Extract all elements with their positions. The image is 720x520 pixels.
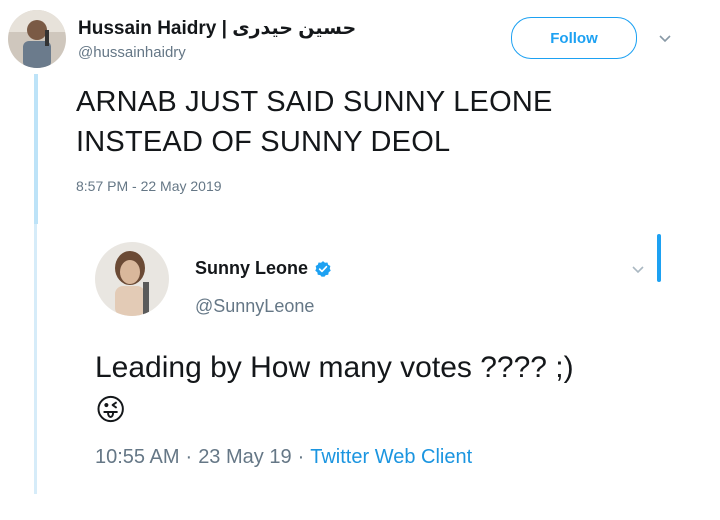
winking-tongue-emoji: 😜 xyxy=(95,394,127,427)
meta-separator: · xyxy=(297,446,305,468)
quoted-author-handle[interactable]: @SunnyLeone xyxy=(195,296,314,317)
tweet-text-line-1: ARNAB JUST SAID SUNNY LEONE xyxy=(76,86,553,118)
tweet-timestamp[interactable]: 8:57 PM - 22 May 2019 xyxy=(76,178,222,194)
tweet-text-line-2: INSTEAD OF SUNNY DEOL xyxy=(76,126,451,158)
quoted-tweet-text: Leading by How many votes ???? ;) xyxy=(95,351,574,384)
quoted-author-avatar[interactable] xyxy=(95,242,169,316)
author-avatar[interactable] xyxy=(8,10,66,68)
client-link[interactable]: Twitter Web Client xyxy=(310,446,472,469)
quoted-left-border xyxy=(34,224,37,494)
quoted-chevron-down-icon[interactable] xyxy=(630,261,646,277)
verified-badge-icon xyxy=(314,260,332,278)
author-name[interactable]: Hussain Haidry | حسین حیدری xyxy=(78,17,356,40)
meta-separator: · xyxy=(185,446,193,468)
quoted-time[interactable]: 10:55 AM xyxy=(95,446,180,469)
quoted-author-name[interactable]: Sunny Leone xyxy=(195,258,332,279)
quoted-date[interactable]: 23 May 19 xyxy=(198,446,291,469)
quoted-meta: 10:55 AM · 23 May 19 · Twitter Web Clien… xyxy=(95,446,472,469)
quoted-right-scrollbar[interactable] xyxy=(657,234,661,282)
author-handle[interactable]: @hussainhaidry xyxy=(78,44,186,61)
follow-button[interactable]: Follow xyxy=(511,17,637,59)
chevron-down-icon[interactable] xyxy=(657,30,673,46)
quoted-author-name-text: Sunny Leone xyxy=(195,258,309,278)
thread-line xyxy=(34,74,38,224)
